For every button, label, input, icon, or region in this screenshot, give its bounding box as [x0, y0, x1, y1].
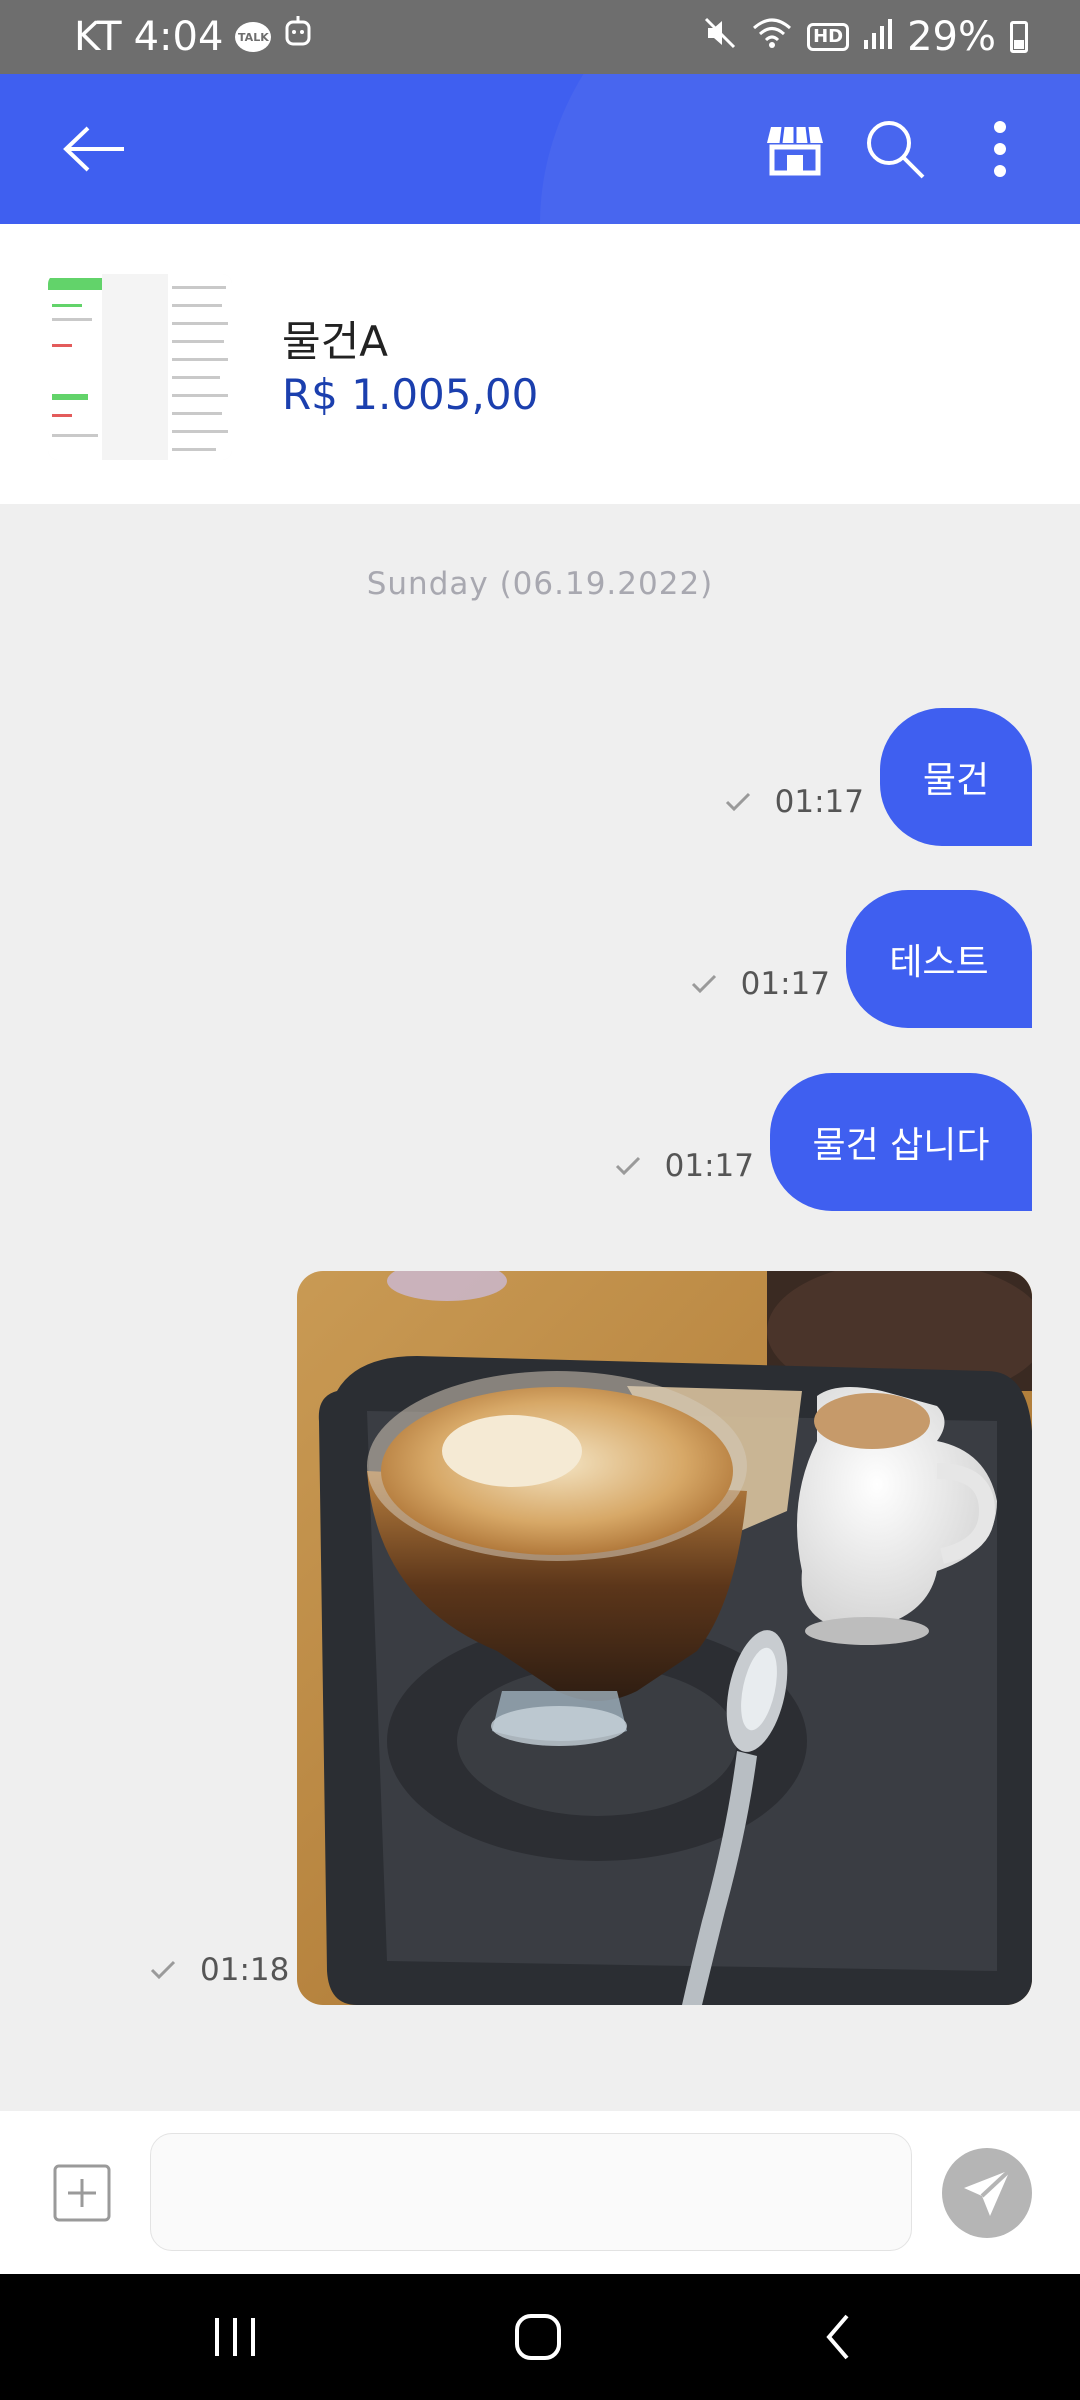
product-price: R$ 1.005,00: [282, 370, 539, 419]
product-thumbnail[interactable]: [48, 274, 232, 460]
recent-apps-icon: [215, 2318, 255, 2356]
clock: 4:04: [133, 14, 224, 60]
back-chevron-icon: [826, 2314, 849, 2360]
thumbnail-line: [172, 358, 228, 361]
message-bubble[interactable]: 물건: [880, 708, 1032, 846]
check-icon: [615, 1156, 640, 1176]
status-left: KT 4:04 TALK: [74, 0, 313, 74]
recent-apps-button[interactable]: [175, 2302, 295, 2372]
hd-voice-icon: HD: [807, 23, 850, 51]
mute-icon: [703, 14, 737, 60]
back-nav-button[interactable]: [778, 2302, 898, 2372]
status-right: HD 29%: [703, 0, 1028, 74]
store-button[interactable]: [750, 109, 840, 189]
thumbnail-line: [172, 412, 222, 415]
product-name: 물건A: [282, 317, 389, 366]
check-icon: [150, 1960, 176, 1980]
back-button[interactable]: [40, 109, 150, 189]
message-text: 물건 삽니다: [812, 1125, 990, 1166]
coffee-affogato-photo: [297, 1271, 1032, 2005]
thumbnail-line: [172, 394, 228, 397]
product-header[interactable]: 물건A R$ 1.005,00: [0, 224, 1080, 504]
message-bubble[interactable]: 물건 삽니다: [770, 1073, 1032, 1211]
status-bar: KT 4:04 TALK HD 29%: [0, 0, 1080, 74]
image-message[interactable]: [297, 1271, 1032, 2005]
message-text: 테스트: [889, 942, 989, 983]
send-icon: [964, 2168, 1012, 2216]
message-input[interactable]: [150, 2133, 912, 2251]
home-button[interactable]: [478, 2302, 598, 2372]
robot-notification-icon: [283, 14, 313, 60]
message-bubble[interactable]: 테스트: [846, 890, 1032, 1028]
thumbnail-line: [172, 322, 228, 325]
thumbnail-line: [52, 434, 98, 437]
message-meta: 01:17: [615, 1148, 754, 1184]
back-arrow-icon: [63, 126, 124, 172]
more-options-button[interactable]: [960, 109, 1040, 189]
message-time: 01:17: [774, 784, 864, 820]
search-icon: [867, 121, 925, 179]
system-nav-bar: [0, 2274, 1080, 2400]
thumbnail-line: [172, 430, 228, 433]
search-button[interactable]: [850, 109, 940, 189]
message-meta: 01:18: [150, 1952, 289, 1988]
kakaotalk-notification-icon: TALK: [235, 22, 272, 52]
store-icon: [767, 126, 823, 176]
more-vertical-icon: [994, 121, 1006, 177]
message-meta: 01:17: [691, 966, 830, 1002]
thumbnail-line: [172, 448, 216, 451]
thumbnail-right-panel: [168, 274, 232, 460]
thumbnail-line: [52, 344, 72, 347]
message-time: 01:18: [200, 1952, 290, 1988]
message-time: 01:17: [664, 1148, 754, 1184]
message-meta: 01:17: [725, 784, 864, 820]
thumbnail-line: [172, 304, 222, 307]
send-button[interactable]: [942, 2148, 1032, 2238]
carrier-label: KT: [74, 14, 122, 60]
check-icon: [725, 792, 750, 812]
battery-icon: [1010, 21, 1028, 53]
thumbnail-left-panel: [48, 274, 102, 460]
thumbnail-line: [172, 286, 226, 289]
app-bar: [0, 74, 1080, 224]
thumbnail-line: [52, 414, 72, 417]
message-input-bar: [0, 2111, 1080, 2274]
add-attachment-button[interactable]: [52, 2163, 112, 2223]
thumbnail-line: [52, 304, 82, 307]
thumbnail-line: [172, 340, 224, 343]
thumbnail-header-bar: [48, 278, 102, 290]
signal-icon: [863, 14, 893, 60]
plus-box-icon: [53, 2164, 111, 2222]
thumbnail-line: [52, 318, 92, 321]
battery-percentage: 29%: [907, 14, 996, 60]
thumbnail-line: [52, 394, 88, 400]
message-time: 01:17: [740, 966, 830, 1002]
wifi-icon: [751, 14, 793, 60]
date-separator: Sunday (06.19.2022): [366, 566, 714, 602]
home-icon: [515, 2314, 561, 2360]
message-text: 물건: [922, 760, 990, 801]
thumbnail-line: [172, 376, 220, 379]
check-icon: [691, 974, 716, 994]
